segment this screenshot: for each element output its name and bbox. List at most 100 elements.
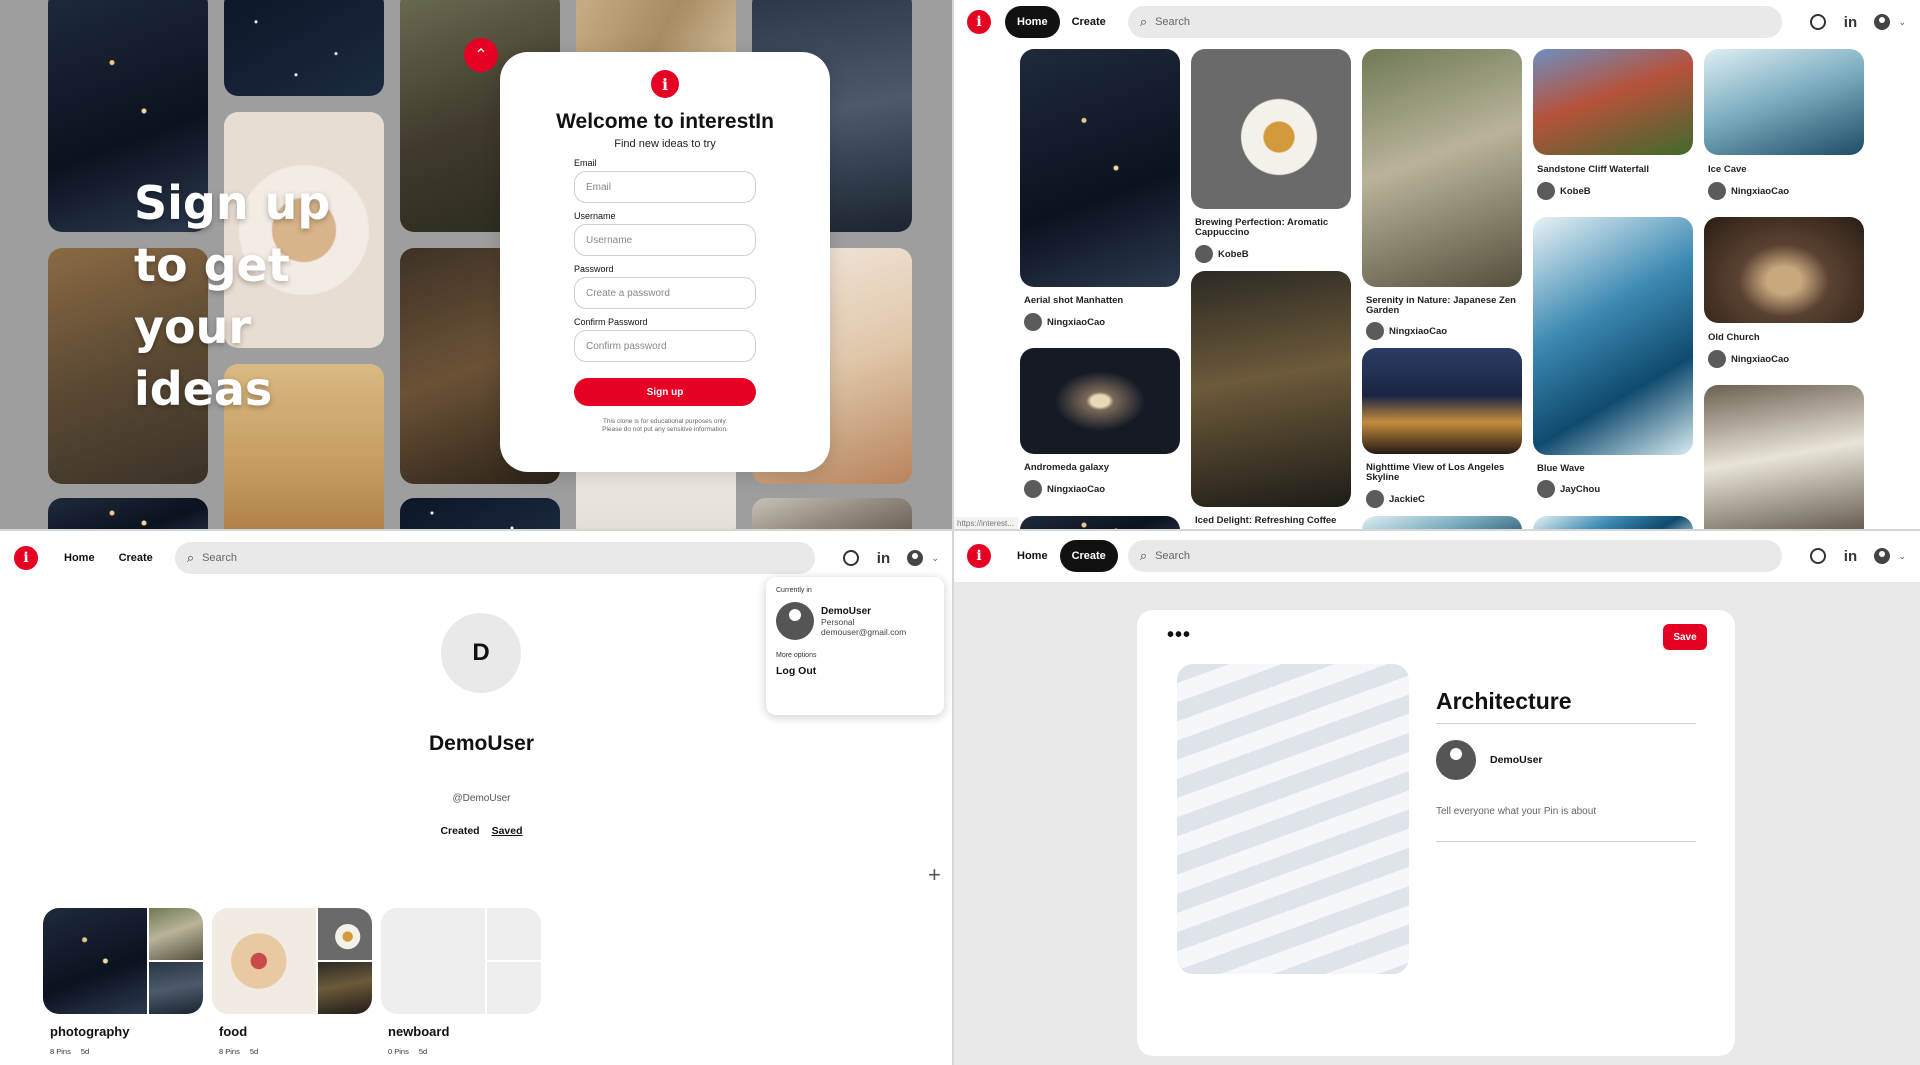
nav-home[interactable]: Home xyxy=(52,542,107,574)
disclaimer: This clone is for educational purposes o… xyxy=(500,418,830,434)
pin-author[interactable]: NingxiaoCao xyxy=(1024,313,1105,331)
pin-author-name: NingxiaoCao xyxy=(1389,325,1448,337)
scroll-up-button[interactable]: ⌃ xyxy=(464,38,498,72)
pin-title: Andromeda galaxy xyxy=(1024,462,1109,473)
pin-author[interactable]: NingxiaoCao xyxy=(1366,322,1447,340)
signup-button[interactable]: Sign up xyxy=(574,378,756,406)
pin-image[interactable] xyxy=(1533,217,1693,455)
board-food[interactable] xyxy=(212,908,372,1014)
account-email: demouser@gmail.com xyxy=(821,626,907,637)
account-icon[interactable] xyxy=(1872,546,1892,566)
nav-home[interactable]: Home xyxy=(1005,6,1060,38)
search-placeholder: Search xyxy=(1155,550,1190,562)
github-icon[interactable] xyxy=(1808,12,1828,32)
avatar xyxy=(1708,182,1726,200)
linkedin-icon[interactable]: in xyxy=(873,548,893,568)
nav-create[interactable]: Create xyxy=(107,542,165,574)
linkedin-icon[interactable]: in xyxy=(1840,12,1860,32)
chevron-down-icon[interactable]: ⌄ xyxy=(1898,551,1906,562)
tab-created[interactable]: Created xyxy=(440,825,479,837)
create-pin-card: ••• Save Architecture DemoUser Tell ever… xyxy=(1137,610,1735,1056)
logout-button[interactable]: Log Out xyxy=(776,665,934,677)
board-thumb xyxy=(149,962,203,1014)
username-input[interactable]: Username xyxy=(574,224,756,256)
pin-title: Iced Delight: Refreshing Coffee xyxy=(1195,515,1337,526)
pin-author-name: JayChou xyxy=(1560,483,1601,495)
account-icon[interactable] xyxy=(905,548,925,568)
password-input[interactable]: Create a password xyxy=(574,277,756,309)
pin-image[interactable] xyxy=(1020,49,1180,287)
github-icon[interactable] xyxy=(1808,546,1828,566)
pin-author[interactable]: JayChou xyxy=(1537,480,1600,498)
chevron-down-icon[interactable]: ⌄ xyxy=(1898,17,1906,28)
nav-create[interactable]: Create xyxy=(1059,540,1118,572)
confirm-password-input[interactable]: Confirm password xyxy=(574,330,756,362)
account-icon[interactable] xyxy=(1872,12,1892,32)
current-account[interactable]: DemoUser Personal demouser@gmail.com xyxy=(776,602,934,640)
pin-author[interactable]: KobeB xyxy=(1537,182,1591,200)
divider xyxy=(0,529,1920,531)
pin-title-input[interactable]: Architecture xyxy=(1436,688,1696,724)
board-photography[interactable] xyxy=(43,908,203,1014)
pin-author[interactable]: NingxiaoCao xyxy=(1024,480,1105,498)
pin-image[interactable] xyxy=(1533,516,1693,530)
search-placeholder: Search xyxy=(1155,16,1190,28)
board-thumb xyxy=(149,908,203,960)
avatar xyxy=(1708,350,1726,368)
pin-image[interactable] xyxy=(1191,271,1351,507)
board-thumb xyxy=(487,908,541,960)
board-meta: 0 Pins 5d xyxy=(388,1047,427,1056)
logo-icon[interactable]: i xyxy=(967,544,991,568)
logo-icon[interactable]: i xyxy=(14,546,38,570)
board-cover xyxy=(212,908,316,1014)
top-nav: i Home Create ⌕ Search in ⌄ xyxy=(0,536,953,580)
pin-title: Old Church xyxy=(1708,332,1760,343)
email-input[interactable]: Email xyxy=(574,171,756,203)
pin-image[interactable] xyxy=(1704,217,1864,323)
pin-image[interactable] xyxy=(1362,49,1522,287)
pin-image[interactable] xyxy=(1533,49,1693,155)
github-icon[interactable] xyxy=(841,548,861,568)
search-input[interactable]: ⌕ Search xyxy=(1127,540,1783,572)
logo-icon[interactable]: i xyxy=(967,10,991,34)
tab-saved[interactable]: Saved xyxy=(492,825,523,837)
board-newboard[interactable] xyxy=(381,908,541,1014)
pin-title: Serenity in Nature: Japanese Zen Garden xyxy=(1366,295,1516,316)
pin-image[interactable] xyxy=(1362,516,1522,530)
profile-name: DemoUser xyxy=(428,732,535,755)
pin-image[interactable] xyxy=(1704,385,1864,530)
chevron-down-icon[interactable]: ⌄ xyxy=(931,553,939,564)
board-age: 5d xyxy=(80,1047,90,1056)
pin-image[interactable] xyxy=(1191,49,1351,209)
pin-author[interactable]: NingxiaoCao xyxy=(1708,350,1789,368)
avatar xyxy=(1024,313,1042,331)
pin-image[interactable] xyxy=(1020,516,1180,530)
save-button[interactable]: Save xyxy=(1663,624,1707,650)
pin-image[interactable] xyxy=(1362,348,1522,454)
pin-author-name: KobeB xyxy=(1218,248,1249,260)
board-name: photography xyxy=(50,1024,130,1039)
pin-author-name: DemoUser xyxy=(1490,754,1543,766)
background-photo xyxy=(752,498,912,530)
password-label: Password xyxy=(574,264,614,274)
pin-author-name: NingxiaoCao xyxy=(1731,185,1790,197)
search-input[interactable]: ⌕ Search xyxy=(1127,6,1783,38)
pin-author[interactable]: JackieC xyxy=(1366,490,1425,508)
linkedin-icon[interactable]: in xyxy=(1840,546,1860,566)
background-photo xyxy=(48,498,208,530)
nav-home[interactable]: Home xyxy=(1005,540,1060,572)
signup-title: Welcome to interestIn xyxy=(556,110,774,133)
disclaimer-line: This clone is for educational purposes o… xyxy=(602,418,728,425)
pin-author-name: NingxiaoCao xyxy=(1047,316,1106,328)
search-input[interactable]: ⌕ Search xyxy=(174,542,816,574)
pin-image[interactable] xyxy=(1704,49,1864,155)
pin-image[interactable] xyxy=(1020,348,1180,454)
pin-title: Aerial shot Manhatten xyxy=(1024,295,1124,306)
pin-author[interactable]: NingxiaoCao xyxy=(1708,182,1789,200)
pin-author[interactable]: KobeB xyxy=(1195,245,1249,263)
pin-description-input[interactable]: Tell everyone what your Pin is about xyxy=(1436,806,1696,842)
add-board-button[interactable]: + xyxy=(928,862,941,888)
more-options-icon[interactable]: ••• xyxy=(1167,624,1191,647)
pin-upload-image[interactable] xyxy=(1177,664,1409,974)
nav-create[interactable]: Create xyxy=(1060,6,1118,38)
